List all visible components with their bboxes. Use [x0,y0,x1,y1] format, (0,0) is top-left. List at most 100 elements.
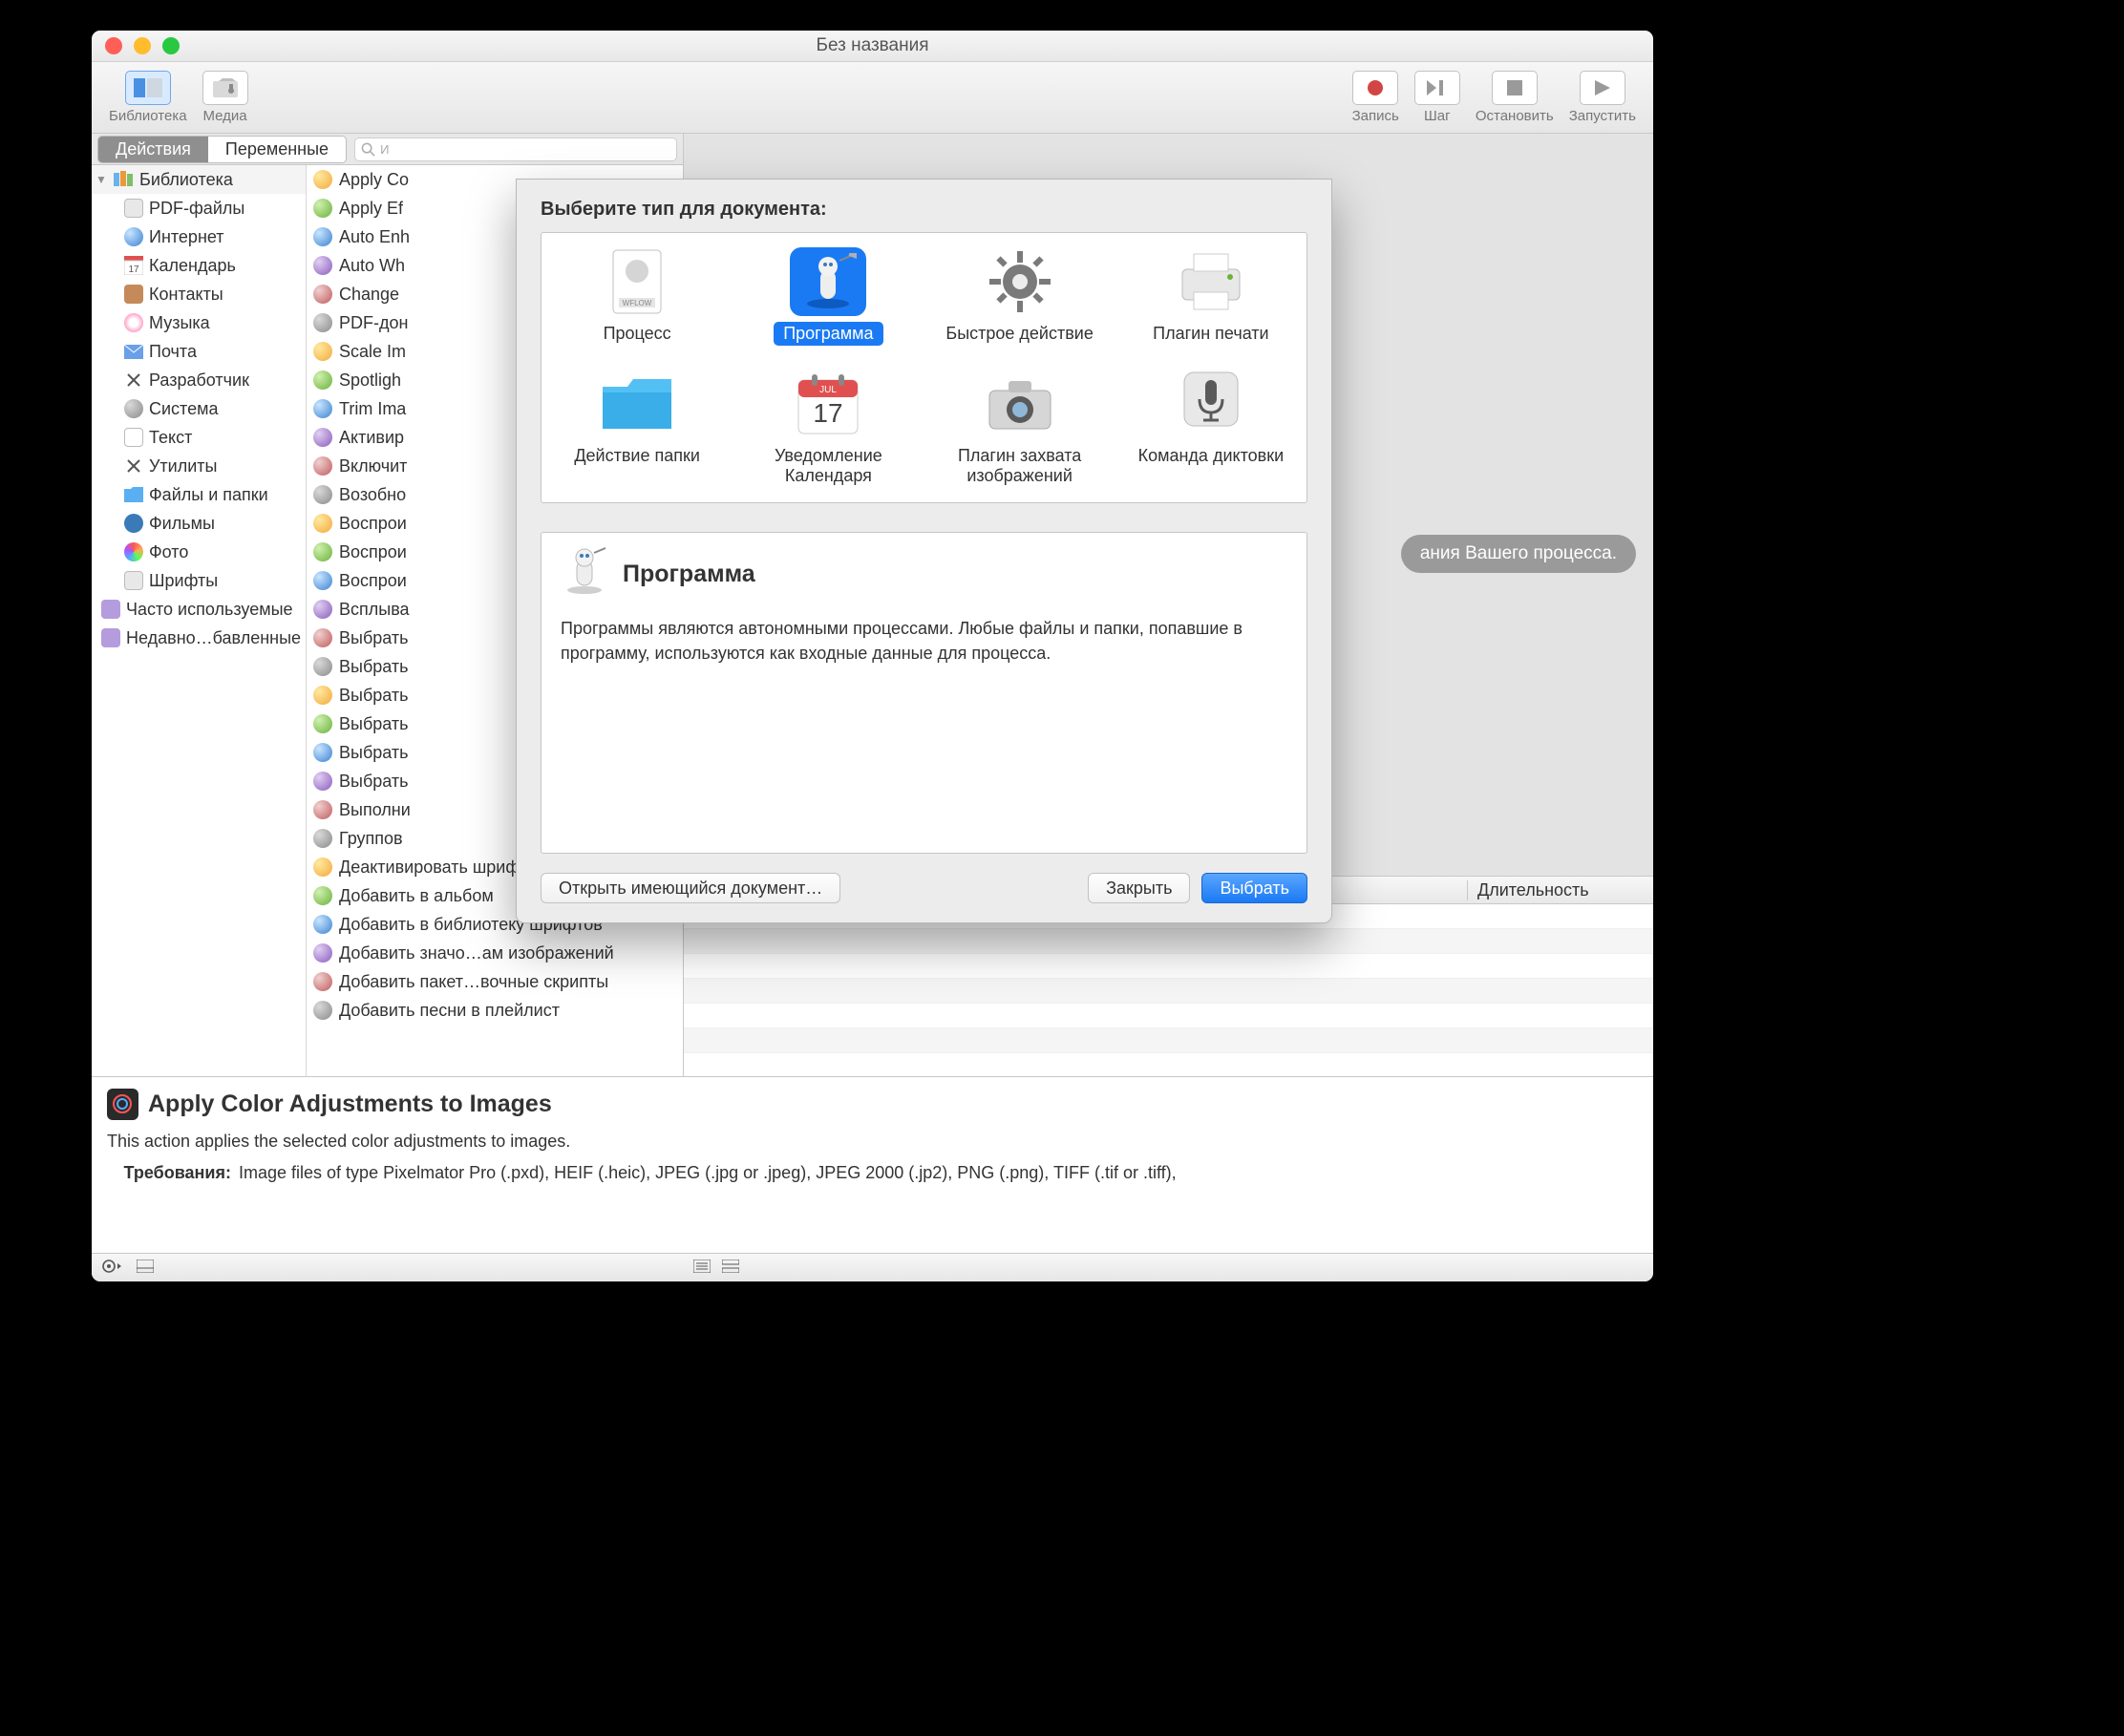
log-body [684,904,1653,1076]
stop-button[interactable]: Остановить [1476,71,1554,124]
action-label: Scale Im [339,342,406,362]
automator-window: Без названия Библиотека Медиа Запись Шаг… [92,31,1653,1281]
tree-smart-item[interactable]: Недавно…бавленные [92,624,306,652]
svg-text:WFLOW: WFLOW [623,299,652,307]
view-flow-icon[interactable] [722,1260,739,1276]
action-label: Возобно [339,485,406,505]
action-row[interactable]: Добавить значо…ам изображений [307,939,683,967]
tree-item[interactable]: 17Календарь [92,251,306,280]
segment-actions[interactable]: Действия [98,137,208,162]
action-icon [312,828,333,849]
tree-item[interactable]: Контакты [92,280,306,308]
type-quick-action[interactable]: Быстрое действие [924,243,1115,350]
system-icon [123,398,144,419]
tree-item[interactable]: Почта [92,337,306,366]
open-existing-button[interactable]: Открыть имеющийся документ… [541,873,840,903]
globe-icon [123,226,144,247]
tree-item[interactable]: Фото [92,538,306,566]
smart-folder-icon [100,627,121,648]
toolbar: Библиотека Медиа Запись Шаг Остановить З… [92,62,1653,134]
action-label: Выбрать [339,686,409,706]
gear-menu-icon[interactable] [101,1259,122,1277]
tree-item[interactable]: Фильмы [92,509,306,538]
tree-root[interactable]: ▼ Библиотека [92,165,306,194]
folder-icon [123,484,144,505]
printer-icon [1173,247,1249,316]
tree-item[interactable]: PDF-файлы [92,194,306,222]
tree-smart-item[interactable]: Часто используемые [92,595,306,624]
panel-toggle-icon[interactable] [137,1260,154,1276]
type-application[interactable]: Программа [733,243,924,350]
action-label: Добавить значо…ам изображений [339,943,614,963]
music-icon [123,312,144,333]
search-field[interactable]: И [354,138,677,161]
developer-icon [123,370,144,391]
tree-item[interactable]: Шрифты [92,566,306,595]
action-row[interactable]: Добавить песни в плейлист [307,996,683,1025]
calendar-icon: 17 [123,255,144,276]
application-icon [790,247,866,316]
step-button[interactable]: Шаг [1414,71,1460,124]
svg-text:17: 17 [128,265,139,275]
action-icon [312,742,333,763]
action-label: Выбрать [339,628,409,648]
pdf-icon [123,198,144,219]
action-icon [312,284,333,305]
type-dictation-command[interactable]: Команда диктовки [1115,365,1306,493]
microphone-icon [1173,370,1249,438]
action-icon [312,427,333,448]
action-label: Активир [339,428,404,448]
action-icon [312,627,333,648]
type-folder-action[interactable]: Действие папки [542,365,733,493]
record-icon [1352,71,1398,105]
tree-item[interactable]: Файлы и папки [92,480,306,509]
action-label: Trim Ima [339,399,406,419]
type-workflow[interactable]: WFLOW Процесс [542,243,733,350]
titlebar: Без названия [92,31,1653,62]
document-type-chooser: Выберите тип для документа: WFLOW Процес… [516,179,1332,923]
media-button[interactable]: Медиа [202,71,248,124]
library-toggle-button[interactable]: Библиотека [109,71,187,124]
svg-text:JUL: JUL [819,385,837,395]
segment-control[interactable]: Действия Переменные [97,136,347,163]
run-button[interactable]: Запустить [1569,71,1636,124]
type-print-plugin[interactable]: Плагин печати [1115,243,1306,350]
action-label: Включит [339,456,407,476]
action-label: Воспрои [339,571,407,591]
choose-button[interactable]: Выбрать [1201,873,1307,903]
action-label: Добавить песни в плейлист [339,1001,560,1021]
photos-icon [123,541,144,562]
view-list-icon[interactable] [693,1260,711,1276]
action-label: PDF-дон [339,313,408,333]
action-label: Воспрои [339,514,407,534]
step-icon [1414,71,1460,105]
segment-variables[interactable]: Переменные [208,137,346,162]
action-icon [312,799,333,820]
tree-item[interactable]: Музыка [92,308,306,337]
action-row[interactable]: Добавить пакет…вочные скрипты [307,967,683,996]
close-button[interactable]: Закрыть [1088,873,1190,903]
tree-item[interactable]: Интернет [92,222,306,251]
svg-text:17: 17 [814,398,843,428]
action-icon [312,685,333,706]
action-icon [312,857,333,878]
automator-robot-icon [561,547,608,602]
record-button[interactable]: Запись [1352,71,1399,124]
tree-item[interactable]: Утилиты [92,452,306,480]
tree-item[interactable]: Разработчик [92,366,306,394]
category-tree[interactable]: ▼ Библиотека PDF-файлы Интернет 17Календ… [92,165,307,1076]
detail-pane: Apply Color Adjustments to Images This a… [92,1076,1653,1253]
action-icon [312,312,333,333]
movies-icon [123,513,144,534]
action-label: Spotligh [339,370,401,391]
tree-item[interactable]: Система [92,394,306,423]
type-calendar-alarm[interactable]: JUL17 Уведомление Календаря [733,365,924,493]
library-folder-icon [114,169,135,190]
calendar-icon: JUL 17 [790,370,866,438]
smart-folder-icon [100,599,121,620]
type-image-capture-plugin[interactable]: Плагин захвата изображений [924,365,1115,493]
detail-requirements: Требования: Image files of type Pixelmat… [107,1163,1638,1183]
tree-item[interactable]: Текст [92,423,306,452]
log-column-duration[interactable]: Длительность [1467,880,1653,900]
action-icon [312,370,333,391]
